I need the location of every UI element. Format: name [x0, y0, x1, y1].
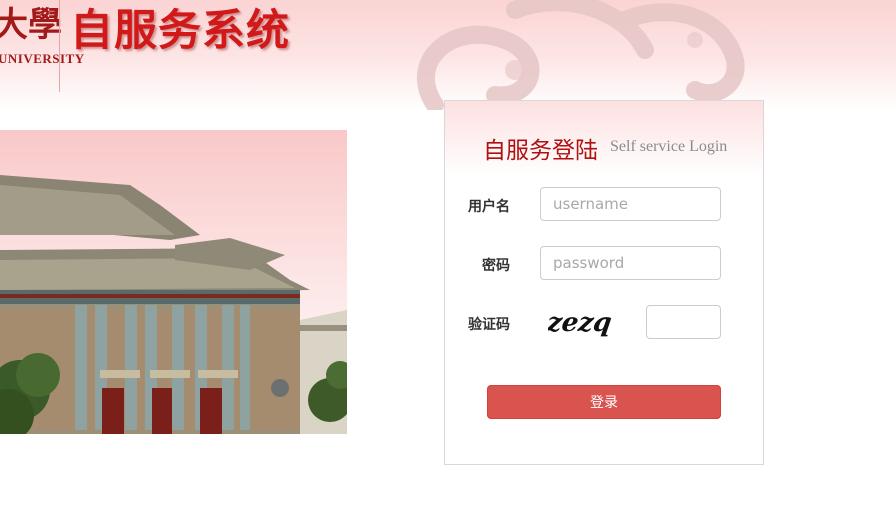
header-divider	[59, 0, 60, 92]
campus-building-image	[0, 130, 347, 434]
cloud-pattern-decoration	[416, 0, 745, 110]
login-subtitle: Self service Login	[610, 138, 728, 155]
password-label: 密码	[482, 258, 510, 274]
captcha-label: 验证码	[468, 317, 510, 333]
system-title: 自服务系统	[70, 6, 290, 56]
login-title: 自服务登陆	[483, 138, 598, 164]
login-button[interactable]: 登录	[487, 385, 721, 419]
username-label: 用户名	[468, 199, 510, 215]
username-input[interactable]	[540, 187, 721, 221]
captcha-image[interactable]: zezq	[548, 303, 618, 343]
logo-calligraphy: 大學	[0, 5, 62, 45]
password-input[interactable]	[540, 246, 721, 280]
university-logo: 大學 UNIVERSITY	[0, 0, 84, 95]
captcha-input[interactable]	[646, 305, 721, 339]
captcha-text: zezq	[548, 307, 614, 338]
login-panel: 自服务登陆 Self service Login 用户名 密码 验证码 zezq…	[444, 100, 764, 465]
